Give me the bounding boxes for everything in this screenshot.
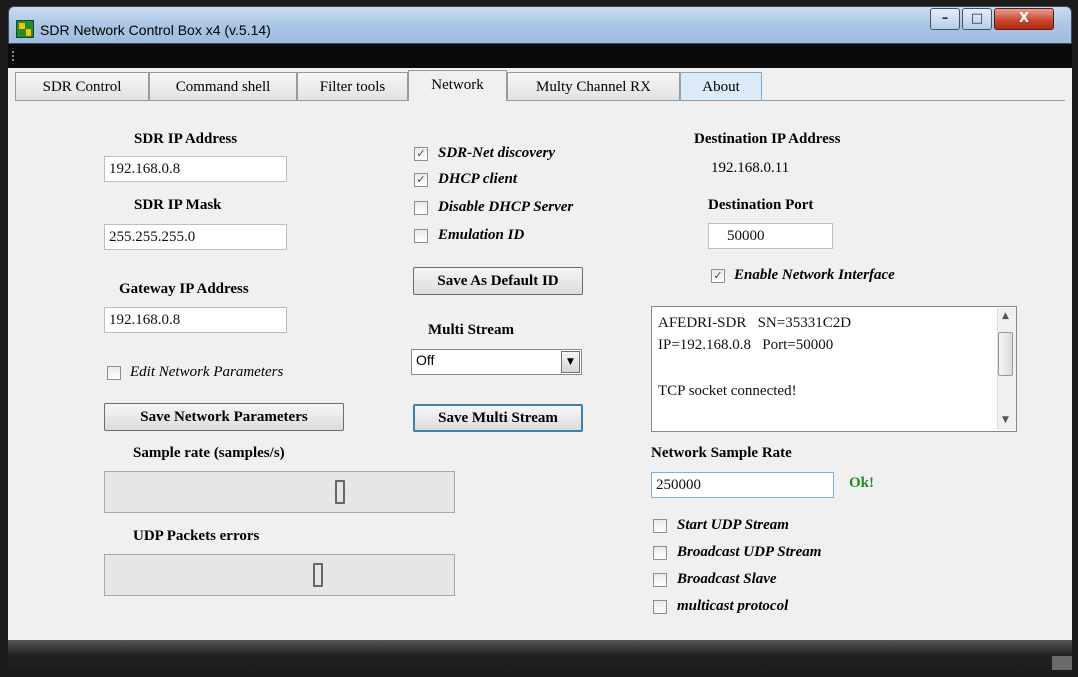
multicast-protocol-label: multicast protocol [677,598,789,614]
save-network-parameters-button[interactable]: Save Network Parameters [104,403,344,431]
sample-rate-label: Sample rate (samples/s) [133,445,285,461]
broadcast-udp-stream-checkbox[interactable] [653,546,667,560]
app-icon [16,20,34,38]
chevron-down-icon[interactable]: ▼ [561,351,580,373]
tab-sdr-control[interactable]: SDR Control [15,72,149,100]
destination-port-label: Destination Port [708,197,814,213]
sdr-mask-label: SDR IP Mask [134,197,222,213]
sdr-net-discovery-checkbox[interactable]: ✓ [414,147,428,161]
sample-rate-display [104,471,455,513]
tab-command-shell[interactable]: Command shell [149,72,297,100]
emulation-id-label: Emulation ID [438,227,525,243]
sdr-ip-field[interactable]: 192.168.0.8 [104,156,287,182]
save-multi-stream-button[interactable]: Save Multi Stream [413,404,583,432]
disable-dhcp-server-checkbox[interactable] [414,201,428,215]
start-udp-stream-checkbox[interactable] [653,519,667,533]
emulation-id-checkbox[interactable] [414,229,428,243]
scroll-down-icon[interactable]: ▼ [1002,415,1009,425]
destination-port-field[interactable]: 50000 [708,223,833,249]
multi-stream-select[interactable] [411,349,582,375]
sdr-mask-field[interactable]: 255.255.255.0 [104,224,287,250]
save-default-id-button[interactable]: Save As Default ID [413,267,583,295]
resize-grip[interactable] [1052,656,1072,670]
enable-network-interface-label: Enable Network Interface [734,267,895,283]
status-ok-text: Ok! [849,475,875,491]
network-sample-rate-field[interactable]: 250000 [651,472,834,498]
destination-ip-value: 192.168.0.11 [711,160,790,176]
tab-divider [15,100,1065,101]
grip-icon [12,51,16,61]
edit-network-parameters-checkbox[interactable] [107,366,121,380]
broadcast-udp-stream-label: Broadcast UDP Stream [677,544,822,560]
enable-network-interface-checkbox[interactable]: ✓ [711,269,725,283]
window-title: SDR Network Control Box x4 (v.5.14) [40,22,271,38]
gateway-field[interactable]: 192.168.0.8 [104,307,287,333]
multicast-protocol-checkbox[interactable] [653,600,667,614]
log-line: TCP socket connected! [658,383,797,399]
sdr-net-discovery-label: SDR-Net discovery [438,145,556,161]
sample-rate-digit [335,480,345,504]
log-line: AFEDRI-SDR SN=35331C2D [658,315,852,331]
destination-ip-label: Destination IP Address [694,131,841,147]
status-bar [8,640,1072,677]
minimize-button[interactable]: – [930,8,960,30]
maximize-button[interactable]: □ [962,8,992,30]
edit-network-parameters-label: Edit Network Parameters [130,364,284,380]
start-udp-stream-label: Start UDP Stream [677,517,789,533]
scroll-thumb[interactable] [998,332,1013,376]
udp-errors-label: UDP Packets errors [133,528,260,544]
scroll-up-icon[interactable]: ▲ [1002,311,1009,321]
dhcp-client-checkbox[interactable]: ✓ [414,173,428,187]
menu-strip [8,44,1072,68]
udp-errors-digit [313,563,323,587]
udp-errors-display [104,554,455,596]
log-line: IP=192.168.0.8 Port=50000 [658,337,834,353]
tab-about[interactable]: About [680,72,762,100]
network-sample-rate-label: Network Sample Rate [651,445,792,461]
broadcast-slave-checkbox[interactable] [653,573,667,587]
sdr-ip-label: SDR IP Address [134,131,238,147]
tab-multy-channel-rx[interactable]: Multy Channel RX [507,72,680,100]
multi-stream-value: Off [416,352,435,368]
tab-filter-tools[interactable]: Filter tools [297,72,408,100]
broadcast-slave-label: Broadcast Slave [677,571,777,587]
dhcp-client-label: DHCP client [438,171,518,187]
close-button[interactable]: X [994,8,1054,30]
tab-network[interactable]: Network [408,70,507,101]
gateway-label: Gateway IP Address [119,281,249,297]
multi-stream-label: Multi Stream [428,322,514,338]
disable-dhcp-server-label: Disable DHCP Server [438,199,574,215]
